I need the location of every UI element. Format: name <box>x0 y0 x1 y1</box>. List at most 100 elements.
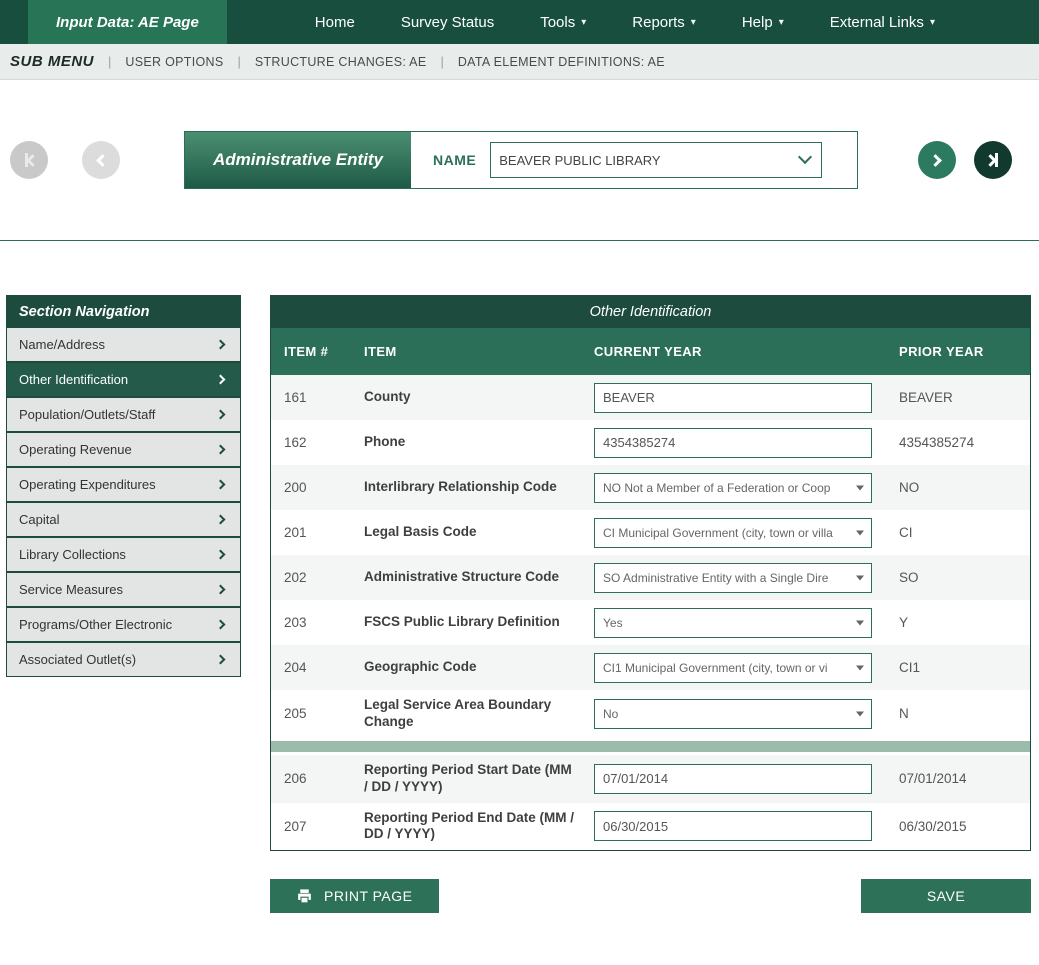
prior-year-value: BEAVER <box>886 383 1030 412</box>
item-label: Geographic Code <box>351 652 581 683</box>
prior-year-value: SO <box>886 563 1030 592</box>
chevron-right-icon <box>216 620 226 630</box>
item-number: 204 <box>271 653 351 682</box>
sidebar-item[interactable]: Associated Outlet(s) <box>7 643 240 676</box>
column-header-current-year: CURRENT YEAR <box>581 328 886 375</box>
previous-record-button[interactable] <box>82 141 120 179</box>
nav-menu-item[interactable]: Reports ▾ <box>632 14 696 31</box>
item-number: 161 <box>271 383 351 412</box>
caret-down-icon: ▾ <box>779 17 784 28</box>
table-row: 201Legal Basis Code CI Municipal Governme… <box>271 510 1030 555</box>
current-year-cell: No <box>581 692 886 736</box>
current-year-select[interactable]: Yes <box>594 608 872 638</box>
navbar-menu: Home Survey Status Tools ▾ Reports ▾ Hel… <box>315 0 935 44</box>
item-label: Phone <box>351 427 581 458</box>
sidebar-item[interactable]: Service Measures <box>7 573 240 608</box>
current-year-select[interactable]: CI Municipal Government (city, town or v… <box>594 518 872 548</box>
table-row: 207Reporting Period End Date (MM / DD / … <box>271 803 1030 851</box>
sidebar-item[interactable]: Library Collections <box>7 538 240 573</box>
current-year-cell: Yes <box>581 601 886 645</box>
submenu-item[interactable]: DATA ELEMENT DEFINITIONS: AE <box>458 55 665 69</box>
chevron-right-icon <box>216 515 226 525</box>
submenu-separator: | <box>108 54 111 69</box>
sidebar-item[interactable]: Operating Revenue <box>7 433 240 468</box>
sidebar-item[interactable]: Name/Address <box>7 328 240 363</box>
sidebar-item[interactable]: Capital <box>7 503 240 538</box>
sidebar-item[interactable]: Population/Outlets/Staff <box>7 398 240 433</box>
current-year-input[interactable] <box>594 383 872 413</box>
current-year-cell: CI1 Municipal Government (city, town or … <box>581 646 886 690</box>
entity-name-select[interactable]: BEAVER PUBLIC LIBRARY <box>490 142 822 178</box>
save-label: SAVE <box>927 888 965 904</box>
last-record-button[interactable] <box>974 141 1012 179</box>
item-number: 200 <box>271 473 351 502</box>
current-year-select-wrap: NO Not a Member of a Federation or Coop <box>594 473 872 503</box>
nav-menu-item[interactable]: Tools ▾ <box>540 14 586 31</box>
column-header-item: ITEM <box>351 328 581 375</box>
save-button[interactable]: SAVE <box>861 879 1031 913</box>
current-year-cell <box>581 804 886 848</box>
table-row: 203FSCS Public Library DefinitionYesY <box>271 600 1030 645</box>
submenu-item[interactable]: USER OPTIONS <box>125 55 223 69</box>
first-record-button[interactable] <box>10 141 48 179</box>
current-year-input[interactable] <box>594 811 872 841</box>
table-body: 161CountyBEAVER162Phone4354385274200Inte… <box>271 375 1030 850</box>
table-row: 161CountyBEAVER <box>271 375 1030 420</box>
table-row: 204Geographic Code CI1 Municipal Governme… <box>271 645 1030 690</box>
entity-select-wrap: BEAVER PUBLIC LIBRARY <box>490 142 822 178</box>
chevron-right-icon <box>216 480 226 490</box>
nav-menu-item[interactable]: Survey Status <box>401 14 494 31</box>
chevron-right-icon <box>216 375 226 385</box>
prior-year-value: CI1 <box>886 653 1030 682</box>
current-year-select[interactable]: CI1 Municipal Government (city, town or … <box>594 653 872 683</box>
prior-year-value: 4354385274 <box>886 428 1030 457</box>
item-number: 162 <box>271 428 351 457</box>
record-nav-section: Administrative Entity NAME BEAVER PUBLIC… <box>0 80 1039 240</box>
prior-year-value: 06/30/2015 <box>886 812 1030 841</box>
table-title: Other Identification <box>271 296 1030 328</box>
nav-menu-item[interactable]: Help ▾ <box>742 14 784 31</box>
sidebar-header: Section Navigation <box>7 296 240 328</box>
current-year-input[interactable] <box>594 764 872 794</box>
nav-menu-item[interactable]: Home <box>315 14 355 31</box>
print-page-button[interactable]: PRINT PAGE <box>270 879 439 913</box>
table-row: 162Phone 4354385274 <box>271 420 1030 465</box>
tab-input-data-ae-page[interactable]: Input Data: AE Page <box>28 0 227 44</box>
sidebar-item[interactable]: Other Identification <box>7 363 240 398</box>
name-label: NAME <box>433 152 476 168</box>
next-record-button[interactable] <box>918 141 956 179</box>
chevron-left-icon <box>26 154 39 167</box>
printer-icon <box>296 888 313 905</box>
current-year-select-wrap: No <box>594 699 872 729</box>
submenu-item[interactable]: STRUCTURE CHANGES: AE <box>255 55 427 69</box>
table-separator <box>271 741 1030 752</box>
item-label: Legal Basis Code <box>351 517 581 548</box>
action-buttons-row: PRINT PAGE SAVE <box>270 879 1031 913</box>
sidebar-item[interactable]: Programs/Other Electronic <box>7 608 240 643</box>
chevron-right-icon <box>216 445 226 455</box>
chevron-left-icon <box>96 154 109 167</box>
chevron-right-icon <box>929 154 942 167</box>
chevron-right-icon <box>216 550 226 560</box>
current-year-select[interactable]: SO Administrative Entity with a Single D… <box>594 563 872 593</box>
nav-menu-item[interactable]: External Links ▾ <box>830 14 935 31</box>
current-year-input[interactable] <box>594 428 872 458</box>
sidebar-item[interactable]: Operating Expenditures <box>7 468 240 503</box>
caret-down-icon: ▾ <box>930 17 935 28</box>
table-row: 205Legal Service Area Boundary ChangeNoN <box>271 690 1030 738</box>
current-year-select-wrap: SO Administrative Entity with a Single D… <box>594 563 872 593</box>
section-navigation-sidebar: Section Navigation Name/Address Other Id… <box>6 295 241 677</box>
current-year-select[interactable]: No <box>594 699 872 729</box>
chevron-right-icon <box>216 585 226 595</box>
current-year-cell <box>581 757 886 801</box>
chevron-right-icon <box>216 655 226 665</box>
item-number: 205 <box>271 699 351 728</box>
column-header-prior-year: PRIOR YEAR <box>886 328 1030 375</box>
item-number: 201 <box>271 518 351 547</box>
current-year-select[interactable]: NO Not a Member of a Federation or Coop <box>594 473 872 503</box>
submenu-separator: | <box>237 54 240 69</box>
current-year-cell: CI Municipal Government (city, town or v… <box>581 511 886 555</box>
column-header-item-number: ITEM # <box>271 328 351 375</box>
item-label: Reporting Period Start Date (MM / DD / Y… <box>351 755 581 803</box>
entity-title: Administrative Entity <box>185 132 411 188</box>
